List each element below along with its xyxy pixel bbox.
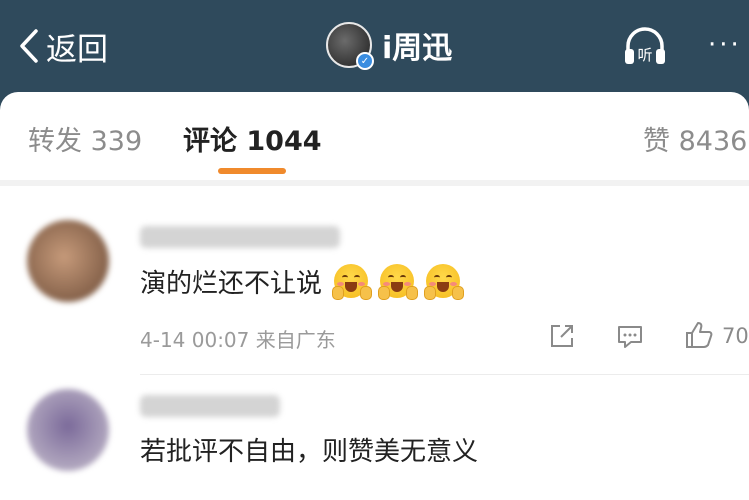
avatar[interactable] — [27, 220, 109, 302]
chevron-left-icon — [20, 29, 38, 63]
more-options-button[interactable]: ··· — [708, 32, 742, 58]
avatar[interactable]: ✓ — [326, 22, 374, 70]
profile-title[interactable]: ✓ i周迅 — [326, 22, 453, 70]
listen-label: 听 — [637, 46, 652, 64]
like-thumb-icon[interactable] — [683, 319, 715, 351]
back-label: 返回 — [46, 31, 108, 68]
grinning-emoji-icon — [332, 264, 373, 300]
like-count: 70 — [722, 324, 749, 348]
tab-reposts[interactable]: 转发 339 — [28, 119, 142, 158]
comment-body: 若批评不自由，则赞美无意义 — [140, 436, 479, 467]
listen-button[interactable]: 听 — [622, 24, 668, 68]
share-icon[interactable] — [547, 321, 577, 351]
comment-item: 演的烂还不让说 4-14 00:07 来自广东 70 — [0, 186, 749, 374]
active-tab-indicator — [218, 168, 286, 174]
headphones-icon: 听 — [625, 27, 665, 64]
comment-body: 演的烂还不让说 — [140, 268, 323, 299]
tab-likes[interactable]: 赞 8436 — [643, 119, 747, 158]
grinning-emoji-icon — [424, 264, 465, 300]
verified-badge-icon: ✓ — [356, 52, 374, 70]
top-bar: 返回 ✓ i周迅 听 ··· — [0, 0, 749, 92]
username-blurred[interactable] — [140, 226, 340, 248]
comment-text: 演的烂还不让说 — [140, 262, 465, 300]
tab-comments[interactable]: 评论 1044 — [183, 119, 322, 158]
comment-item: 若批评不自由，则赞美无意义 — [0, 375, 749, 500]
reply-icon[interactable] — [615, 321, 645, 351]
comment-text: 若批评不自由，则赞美无意义 — [140, 430, 478, 468]
username-blurred[interactable] — [140, 395, 280, 417]
page-title: i周迅 — [382, 31, 453, 66]
avatar[interactable] — [27, 389, 109, 471]
back-button[interactable]: 返回 — [18, 24, 108, 68]
grinning-emoji-icon — [378, 264, 419, 300]
comment-meta: 4-14 00:07 来自广东 — [140, 328, 336, 352]
tab-bar: 转发 339 评论 1044 赞 8436 — [0, 92, 749, 180]
comment-sheet: 转发 339 评论 1044 赞 8436 演的烂还不让说 4-14 00:07… — [0, 92, 749, 500]
